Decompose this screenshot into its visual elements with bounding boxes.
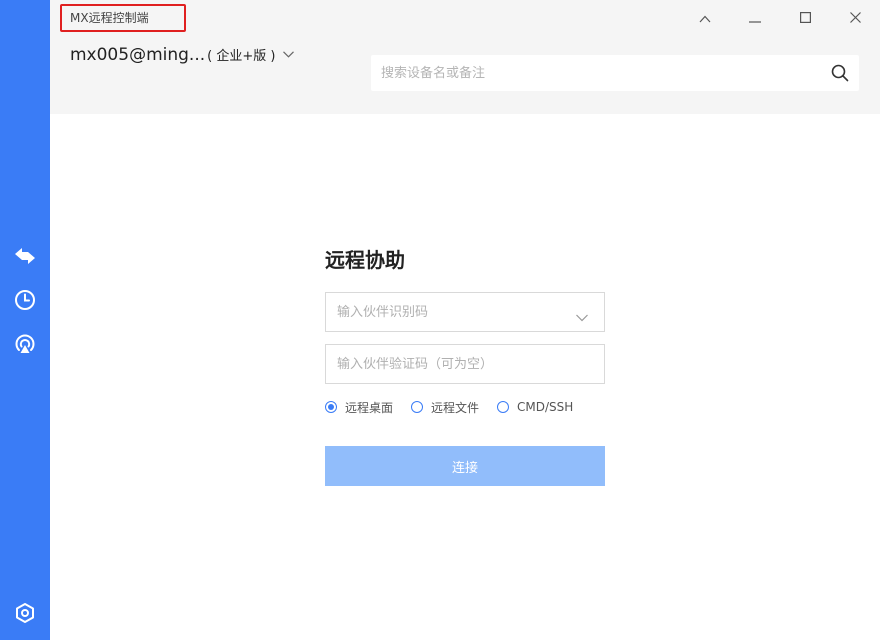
- sidebar-item-settings[interactable]: [0, 596, 50, 630]
- close-button[interactable]: [843, 6, 867, 28]
- radio-label: 远程桌面: [345, 400, 394, 415]
- partner-id-input[interactable]: [326, 293, 604, 331]
- radio-unselected-icon: [497, 401, 510, 413]
- search-input[interactable]: [371, 55, 821, 91]
- search-box: [371, 55, 859, 91]
- search-icon[interactable]: [831, 64, 849, 86]
- close-icon: [849, 8, 861, 27]
- minimize-button[interactable]: [743, 6, 767, 28]
- minimize-icon: [749, 8, 761, 27]
- partner-code-field: [325, 344, 605, 384]
- radio-selected-icon: [325, 401, 337, 413]
- account-edition: ( 企业+版 ): [207, 49, 276, 64]
- radio-remote-desktop[interactable]: 远程桌面: [325, 399, 393, 416]
- maximize-icon: [799, 8, 811, 27]
- partner-id-field: [325, 292, 605, 332]
- collapse-button[interactable]: [693, 6, 717, 28]
- radio-remote-file[interactable]: 远程文件: [411, 399, 479, 416]
- radio-label: 远程文件: [431, 400, 480, 415]
- chevron-up-icon: [699, 8, 711, 27]
- settings-hexagon-icon: [14, 602, 36, 624]
- sidebar: [0, 0, 50, 640]
- partner-code-input[interactable]: [326, 345, 604, 383]
- maximize-button[interactable]: [793, 6, 817, 28]
- swap-arrows-icon: [13, 246, 37, 266]
- broadcast-icon: [13, 332, 37, 356]
- mode-radio-group: 远程桌面 远程文件 CMD/SSH: [325, 398, 625, 416]
- connect-button[interactable]: 连接: [325, 446, 605, 486]
- account-selector[interactable]: mx005@ming... ( 企业+版 ): [70, 43, 295, 65]
- radio-cmd-ssh[interactable]: CMD/SSH: [497, 400, 573, 414]
- app-window: MX远程控制端 mx005@ming... ( 企业+版 ) 搜索设备名或备注 …: [0, 0, 880, 640]
- sidebar-item-cast[interactable]: [0, 327, 50, 361]
- sidebar-item-history[interactable]: [0, 283, 50, 317]
- clock-icon: [14, 289, 36, 311]
- remote-assist-form: 远程协助 远程桌面 远程文件 CMD/SSH 连接: [325, 246, 605, 486]
- radio-unselected-icon: [411, 401, 424, 413]
- radio-label: CMD/SSH: [517, 400, 574, 414]
- page-title: 远程协助: [325, 248, 405, 272]
- chevron-down-icon: [283, 43, 295, 62]
- account-name: mx005@ming...: [70, 45, 206, 65]
- sidebar-item-remote[interactable]: [0, 239, 50, 273]
- header: MX远程控制端 mx005@ming... ( 企业+版 ): [50, 0, 880, 114]
- chevron-down-icon[interactable]: [576, 307, 588, 326]
- app-title: MX远程控制端: [70, 11, 149, 25]
